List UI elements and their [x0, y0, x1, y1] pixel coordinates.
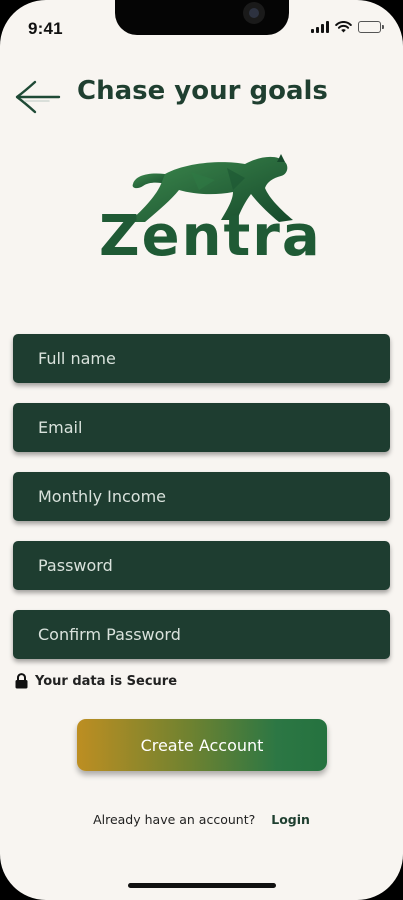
signal-icon: [311, 21, 329, 33]
status-bar: 9:41: [0, 0, 403, 58]
secure-text: Your data is Secure: [35, 673, 178, 689]
page-title: Chase your goals: [77, 76, 328, 106]
confirm-password-field[interactable]: [13, 610, 390, 659]
notch: [115, 0, 289, 35]
arrow-left-icon: [15, 80, 61, 114]
signup-form: [13, 334, 390, 679]
wifi-icon: [335, 21, 352, 33]
brand-logo: Zentra: [95, 150, 320, 274]
app-screen: 9:41 Chase your goals Zentra Full name E…: [0, 0, 403, 900]
status-time: 9:41: [28, 19, 63, 38]
login-link[interactable]: Login: [271, 812, 310, 827]
email-field[interactable]: [13, 403, 390, 452]
lock-icon: [15, 673, 28, 689]
status-icons: [311, 21, 384, 33]
monthly-income-field[interactable]: [13, 472, 390, 521]
camera-icon: [243, 2, 265, 24]
back-button[interactable]: [12, 78, 62, 116]
secure-note: Your data is Secure: [15, 673, 177, 689]
password-field[interactable]: [13, 541, 390, 590]
login-prompt: Already have an account?: [93, 812, 256, 827]
battery-icon: [358, 21, 384, 33]
brand-wordmark: Zentra: [99, 204, 322, 269]
login-row: Already have an account? Login: [0, 812, 403, 827]
full-name-field[interactable]: [13, 334, 390, 383]
home-indicator[interactable]: [128, 883, 276, 888]
create-account-button[interactable]: Create Account: [77, 719, 327, 771]
